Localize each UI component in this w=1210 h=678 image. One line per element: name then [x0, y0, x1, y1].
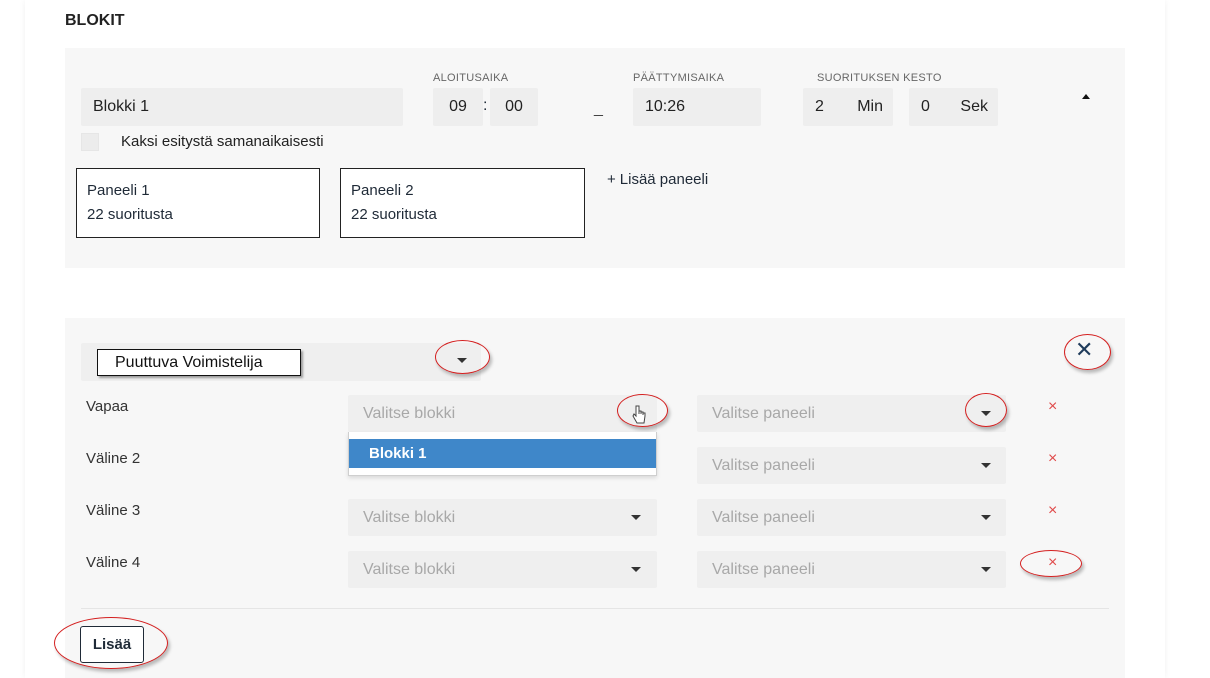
block-select[interactable]: Valitse blokki	[348, 499, 657, 536]
panel-count: 22 suoritusta	[87, 206, 173, 223]
panel-select-placeholder: Valitse paneeli	[712, 456, 815, 474]
duration-label: SUORITUKSEN KESTO	[817, 72, 942, 84]
section-title: BLOKIT	[65, 12, 125, 29]
panel-select[interactable]: Valitse paneeli	[697, 499, 1006, 536]
annotation-circle	[54, 617, 168, 669]
remove-row-icon[interactable]: ×	[1048, 450, 1057, 468]
row-label-valine-2: Väline 2	[86, 450, 141, 467]
dropdown-option-blokki-1[interactable]: Blokki 1	[349, 439, 656, 468]
panel-name: Paneeli 1	[87, 182, 150, 199]
panel-select[interactable]: Valitse paneeli	[697, 447, 1006, 484]
type-select-value: Puuttuva Voimistelija	[97, 349, 301, 376]
collapse-caret-icon[interactable]	[1082, 94, 1090, 99]
block-select[interactable]: Valitse blokki	[348, 551, 657, 588]
duration-seconds-input[interactable]: 0 Sek	[909, 88, 998, 126]
block-name-input[interactable]: Blokki 1	[81, 88, 403, 126]
end-time-value: 10:26	[645, 98, 686, 115]
chevron-down-icon[interactable]	[631, 515, 641, 520]
plus-icon: +	[607, 171, 616, 188]
add-panel-label: Lisää paneeli	[619, 171, 709, 188]
block-select-placeholder: Valitse blokki	[363, 560, 456, 578]
time-range-dash: _	[594, 100, 603, 117]
annotation-circle	[1064, 334, 1111, 370]
block-select-placeholder: Valitse blokki	[363, 404, 456, 422]
remove-row-icon[interactable]: ×	[1048, 398, 1057, 416]
row-label-valine-3: Väline 3	[86, 502, 141, 519]
minutes-unit: Min	[857, 98, 883, 115]
start-hour-input[interactable]: 09	[433, 88, 483, 126]
chevron-down-icon[interactable]	[981, 567, 991, 572]
simultaneous-checkbox[interactable]	[81, 133, 99, 151]
block-select-placeholder: Valitse blokki	[363, 508, 456, 526]
panel-select-placeholder: Valitse paneeli	[712, 560, 815, 578]
start-minute-value: 00	[505, 98, 523, 115]
row-label-vapaa: Vapaa	[86, 398, 129, 415]
seconds-unit: Sek	[960, 98, 988, 115]
panel-card-2[interactable]: Paneeli 2 22 suoritusta	[340, 168, 585, 238]
panel-select-placeholder: Valitse paneeli	[712, 404, 815, 422]
start-hour-value: 09	[449, 98, 467, 115]
end-time-label: PÄÄTTYMISAIKA	[633, 72, 725, 84]
row-label-valine-4: Väline 4	[86, 554, 141, 571]
divider	[81, 608, 1109, 609]
duration-minutes-input[interactable]: 2 Min	[803, 88, 893, 126]
chevron-down-icon[interactable]	[981, 515, 991, 520]
remove-row-icon[interactable]: ×	[1048, 502, 1057, 520]
annotation-circle	[965, 393, 1007, 427]
time-colon: :	[483, 97, 488, 114]
panel-card-1[interactable]: Paneeli 1 22 suoritusta	[76, 168, 320, 238]
panel-name: Paneeli 2	[351, 182, 414, 199]
start-time-label: ALOITUSAIKA	[433, 72, 509, 84]
start-minute-input[interactable]: 00	[490, 88, 538, 126]
block-select[interactable]: Valitse blokki	[348, 395, 657, 432]
simultaneous-label: Kaksi esitystä samanaikaisesti	[121, 133, 324, 150]
block-name-value: Blokki 1	[93, 98, 150, 115]
panel-count: 22 suoritusta	[351, 206, 437, 223]
panel-select[interactable]: Valitse paneeli	[697, 395, 1006, 432]
panel-select[interactable]: Valitse paneeli	[697, 551, 1006, 588]
end-time-input[interactable]: 10:26	[633, 88, 761, 126]
block-dropdown-menu: Blokki 1	[348, 432, 657, 476]
panel-select-placeholder: Valitse paneeli	[712, 508, 815, 526]
add-panel-link[interactable]: + Lisää paneeli	[607, 171, 708, 188]
chevron-down-icon[interactable]	[631, 567, 641, 572]
duration-minutes-value: 2	[815, 98, 824, 115]
duration-seconds-value: 0	[921, 98, 930, 115]
chevron-down-icon[interactable]	[981, 463, 991, 468]
annotation-circle	[617, 394, 668, 427]
annotation-circle	[435, 340, 490, 374]
annotation-circle	[1020, 550, 1082, 577]
